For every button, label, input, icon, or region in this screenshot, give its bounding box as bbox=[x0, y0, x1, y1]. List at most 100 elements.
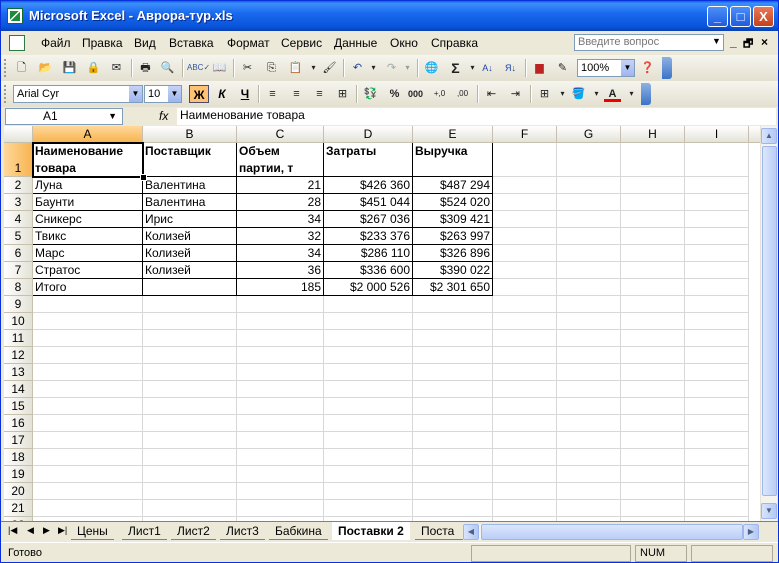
row-header-8[interactable]: 8 bbox=[4, 279, 33, 296]
cell-f6[interactable] bbox=[493, 245, 557, 262]
cell-b4[interactable]: Ирис bbox=[143, 211, 237, 228]
row-header-11[interactable]: 11 bbox=[4, 330, 33, 347]
cell-b21[interactable] bbox=[143, 500, 237, 517]
cell-c8[interactable]: 185 bbox=[237, 279, 324, 296]
zoom-dropdown-icon[interactable]: ▼ bbox=[621, 60, 634, 76]
cell-b17[interactable] bbox=[143, 432, 237, 449]
cell-d21[interactable] bbox=[324, 500, 413, 517]
cell-g8[interactable] bbox=[557, 279, 621, 296]
paste-icon[interactable]: 📋 bbox=[287, 60, 304, 76]
cell-c9[interactable] bbox=[237, 296, 324, 313]
cell-h13[interactable] bbox=[621, 364, 685, 381]
cell-e11[interactable] bbox=[413, 330, 493, 347]
cell-b7[interactable]: Колизей bbox=[143, 262, 237, 279]
cell-d6[interactable]: $286 110 bbox=[324, 245, 413, 262]
cell-a17[interactable] bbox=[33, 432, 143, 449]
cell-e2[interactable]: $487 294 bbox=[413, 177, 493, 194]
row-header-9[interactable]: 9 bbox=[4, 296, 33, 313]
cell-b5[interactable]: Колизей bbox=[143, 228, 237, 245]
cell-i21[interactable] bbox=[685, 500, 749, 517]
format-toolbar-options-icon[interactable] bbox=[641, 83, 651, 105]
decrease-indent-icon[interactable]: ⇤ bbox=[483, 86, 500, 102]
cell-c3[interactable]: 28 bbox=[237, 194, 324, 211]
font-size-combo[interactable]: 10 ▼ bbox=[144, 85, 182, 103]
sort-ascending-icon[interactable]: A↓ bbox=[479, 60, 496, 76]
cell-a3[interactable]: Баунти bbox=[33, 194, 143, 211]
row-header-16[interactable]: 16 bbox=[4, 415, 33, 432]
worksheet-grid[interactable]: A B C D E F G H I 1 2 3 4 5 6 7 8 9 10 11 12 13 14 15 16 17 18 19 20… bbox=[4, 126, 760, 521]
bold-button[interactable]: Ж bbox=[189, 85, 209, 103]
cell-c12[interactable] bbox=[237, 347, 324, 364]
column-header-f[interactable]: F bbox=[493, 126, 557, 143]
cell-i17[interactable] bbox=[685, 432, 749, 449]
cell-f21[interactable] bbox=[493, 500, 557, 517]
doc-restore-button[interactable]: 🗗 bbox=[743, 35, 753, 54]
cell-b6[interactable]: Колизей bbox=[143, 245, 237, 262]
cell-e4[interactable]: $309 421 bbox=[413, 211, 493, 228]
cell-i16[interactable] bbox=[685, 415, 749, 432]
cell-i2[interactable] bbox=[685, 177, 749, 194]
align-center-icon[interactable]: ≡ bbox=[288, 86, 305, 102]
undo-dropdown-icon[interactable]: ▾ bbox=[365, 60, 382, 76]
fill-handle[interactable] bbox=[140, 174, 147, 181]
sheet-tab-postavki2[interactable]: Поставки 2 bbox=[332, 522, 410, 540]
currency-icon[interactable]: 💱 bbox=[362, 86, 379, 102]
cell-a15[interactable] bbox=[33, 398, 143, 415]
cell-a4[interactable]: Сникерс bbox=[33, 211, 143, 228]
cell-g1[interactable] bbox=[557, 143, 621, 177]
cell-g9[interactable] bbox=[557, 296, 621, 313]
menu-insert[interactable]: Вставка bbox=[169, 36, 214, 50]
row-header-7[interactable]: 7 bbox=[4, 262, 33, 279]
cell-d16[interactable] bbox=[324, 415, 413, 432]
cell-c4[interactable]: 34 bbox=[237, 211, 324, 228]
cut-icon[interactable]: ✂ bbox=[239, 60, 256, 76]
row-header-20[interactable]: 20 bbox=[4, 483, 33, 500]
cell-f11[interactable] bbox=[493, 330, 557, 347]
cell-i15[interactable] bbox=[685, 398, 749, 415]
cell-b9[interactable] bbox=[143, 296, 237, 313]
decrease-decimal-icon[interactable]: ,00 bbox=[454, 86, 471, 102]
cell-d20[interactable] bbox=[324, 483, 413, 500]
cell-i12[interactable] bbox=[685, 347, 749, 364]
cell-i9[interactable] bbox=[685, 296, 749, 313]
name-box-dropdown-icon[interactable]: ▼ bbox=[108, 109, 117, 124]
column-header-e[interactable]: E bbox=[413, 126, 493, 143]
cell-i8[interactable] bbox=[685, 279, 749, 296]
first-sheet-icon[interactable]: |◀ bbox=[8, 525, 17, 536]
cell-a14[interactable] bbox=[33, 381, 143, 398]
row-header-1[interactable]: 1 bbox=[4, 143, 33, 177]
cell-i4[interactable] bbox=[685, 211, 749, 228]
cell-b16[interactable] bbox=[143, 415, 237, 432]
cell-h16[interactable] bbox=[621, 415, 685, 432]
cell-d5[interactable]: $233 376 bbox=[324, 228, 413, 245]
paste-dropdown-icon[interactable]: ▾ bbox=[305, 60, 322, 76]
cell-i6[interactable] bbox=[685, 245, 749, 262]
cell-h12[interactable] bbox=[621, 347, 685, 364]
cell-c16[interactable] bbox=[237, 415, 324, 432]
doc-close-button[interactable]: × bbox=[761, 35, 768, 49]
cell-d8[interactable]: $2 000 526 bbox=[324, 279, 413, 296]
cell-e13[interactable] bbox=[413, 364, 493, 381]
cell-d4[interactable]: $267 036 bbox=[324, 211, 413, 228]
cell-e7[interactable]: $390 022 bbox=[413, 262, 493, 279]
sheet-tab-list3[interactable]: Лист3 bbox=[220, 522, 265, 540]
cell-d13[interactable] bbox=[324, 364, 413, 381]
cell-c5[interactable]: 32 bbox=[237, 228, 324, 245]
cell-e17[interactable] bbox=[413, 432, 493, 449]
cell-g14[interactable] bbox=[557, 381, 621, 398]
cell-f19[interactable] bbox=[493, 466, 557, 483]
cell-d3[interactable]: $451 044 bbox=[324, 194, 413, 211]
scroll-left-icon[interactable]: ◀ bbox=[463, 524, 479, 540]
redo-icon[interactable]: ↷ bbox=[383, 60, 400, 76]
print-preview-icon[interactable]: 🔍 bbox=[159, 60, 176, 76]
row-header-10[interactable]: 10 bbox=[4, 313, 33, 330]
cell-c11[interactable] bbox=[237, 330, 324, 347]
menu-file[interactable]: Файл bbox=[41, 36, 71, 50]
cell-h7[interactable] bbox=[621, 262, 685, 279]
column-header-d[interactable]: D bbox=[324, 126, 413, 143]
column-header-i[interactable]: I bbox=[685, 126, 749, 143]
increase-indent-icon[interactable]: ⇥ bbox=[507, 86, 524, 102]
select-all-corner[interactable] bbox=[4, 126, 33, 143]
cell-g12[interactable] bbox=[557, 347, 621, 364]
align-right-icon[interactable]: ≡ bbox=[311, 86, 328, 102]
